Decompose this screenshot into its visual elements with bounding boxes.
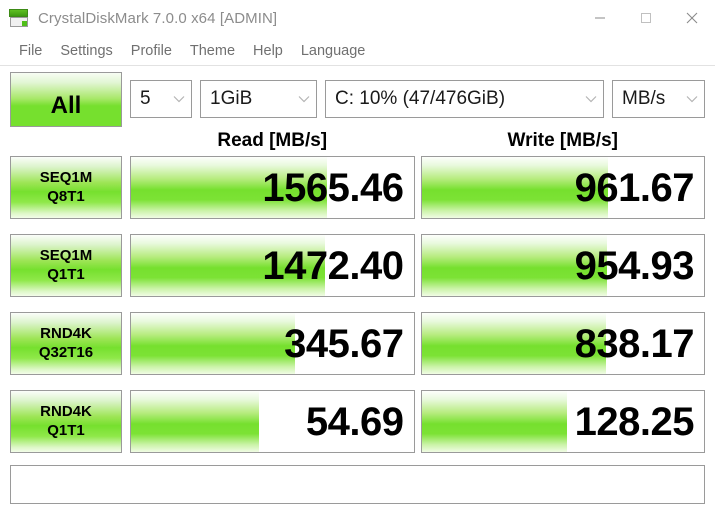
test-label-seq1m-q8t1[interactable]: SEQ1M Q8T1 xyxy=(10,156,122,219)
test-size-select[interactable]: 1GiB xyxy=(200,80,317,118)
read-result-cell[interactable]: 54.69 xyxy=(130,390,415,453)
table-row: RND4K Q32T16 345.67 838.17 xyxy=(10,312,705,375)
write-bar-fill xyxy=(421,391,567,452)
close-icon xyxy=(686,12,698,24)
window-controls xyxy=(577,0,715,36)
toolbar: All 5 1GiB C: 10% (47/476GiB) MB/s xyxy=(0,66,715,127)
unit-value: MB/s xyxy=(622,88,666,109)
test-label-rnd4k-q1t1[interactable]: RND4K Q1T1 xyxy=(10,390,122,453)
menu-item-theme[interactable]: Theme xyxy=(181,41,244,61)
read-bar-fill xyxy=(131,313,296,374)
read-column-header: Read [MB/s] xyxy=(217,130,328,151)
menu-item-help[interactable]: Help xyxy=(244,41,292,61)
test-label-line1: SEQ1M xyxy=(39,247,93,265)
table-row: RND4K Q1T1 54.69 128.25 xyxy=(10,390,705,453)
test-label-seq1m-q1t1[interactable]: SEQ1M Q1T1 xyxy=(10,234,122,297)
test-count-select[interactable]: 5 xyxy=(130,80,192,118)
column-headers: Read [MB/s] Write [MB/s] xyxy=(0,126,715,156)
maximize-icon xyxy=(641,13,651,23)
test-label-line1: RND4K xyxy=(40,403,92,421)
window-title: CrystalDiskMark 7.0.0 x64 [ADMIN] xyxy=(38,9,278,27)
write-value: 954.93 xyxy=(574,243,695,288)
chevron-down-icon xyxy=(163,95,185,103)
read-value: 1565.46 xyxy=(262,165,404,210)
menu-item-file[interactable]: File xyxy=(10,41,51,61)
read-value: 1472.40 xyxy=(262,243,404,288)
minimize-icon xyxy=(595,17,605,19)
close-button[interactable] xyxy=(669,0,715,36)
write-result-cell[interactable]: 838.17 xyxy=(420,312,705,375)
read-result-cell[interactable]: 1472.40 xyxy=(130,234,415,297)
write-column-header: Write [MB/s] xyxy=(507,130,618,151)
test-label-line1: RND4K xyxy=(40,325,92,343)
menu-bar: File Settings Profile Theme Help Languag… xyxy=(0,36,715,66)
read-result-cell[interactable]: 1565.46 xyxy=(130,156,415,219)
menu-item-language[interactable]: Language xyxy=(292,41,375,61)
comment-box[interactable] xyxy=(10,465,705,504)
write-result-cell[interactable]: 128.25 xyxy=(420,390,705,453)
title-bar: CrystalDiskMark 7.0.0 x64 [ADMIN] xyxy=(0,0,715,36)
read-value: 345.67 xyxy=(284,321,404,366)
crystaldiskmark-window: CrystalDiskMark 7.0.0 x64 [ADMIN] File S… xyxy=(0,0,715,514)
all-button[interactable]: All xyxy=(10,71,122,127)
write-value: 961.67 xyxy=(574,165,695,210)
minimize-button[interactable] xyxy=(577,0,623,36)
menu-item-settings[interactable]: Settings xyxy=(51,41,121,61)
chevron-down-icon xyxy=(676,95,698,103)
drive-value: C: 10% (47/476GiB) xyxy=(335,88,506,109)
read-value: 54.69 xyxy=(305,399,404,444)
unit-select[interactable]: MB/s xyxy=(612,80,705,118)
write-value: 838.17 xyxy=(574,321,695,366)
results-grid: SEQ1M Q8T1 1565.46 961.67 SEQ1M Q1T1 147… xyxy=(0,156,715,453)
header-spacer xyxy=(10,126,122,156)
write-value: 128.25 xyxy=(574,399,695,444)
test-label-line2: Q1T1 xyxy=(47,266,85,283)
test-size-value: 1GiB xyxy=(210,88,253,109)
menu-item-profile[interactable]: Profile xyxy=(122,41,181,61)
write-result-cell[interactable]: 961.67 xyxy=(420,156,705,219)
test-label-line2: Q32T16 xyxy=(38,344,94,361)
maximize-button[interactable] xyxy=(623,0,669,36)
read-bar-fill xyxy=(131,391,259,452)
chevron-down-icon xyxy=(288,95,310,103)
test-label-line2: Q1T1 xyxy=(47,422,85,439)
read-result-cell[interactable]: 345.67 xyxy=(130,312,415,375)
test-count-value: 5 xyxy=(140,88,151,109)
table-row: SEQ1M Q1T1 1472.40 954.93 xyxy=(10,234,705,297)
test-label-line2: Q8T1 xyxy=(47,188,85,205)
status-area xyxy=(0,453,715,514)
test-label-line1: SEQ1M xyxy=(39,169,93,187)
drive-select[interactable]: C: 10% (47/476GiB) xyxy=(325,80,604,118)
table-row: SEQ1M Q8T1 1565.46 961.67 xyxy=(10,156,705,219)
chevron-down-icon xyxy=(575,95,597,103)
write-result-cell[interactable]: 954.93 xyxy=(420,234,705,297)
test-label-rnd4k-q32t16[interactable]: RND4K Q32T16 xyxy=(10,312,122,375)
disk-drive-icon xyxy=(8,8,30,28)
